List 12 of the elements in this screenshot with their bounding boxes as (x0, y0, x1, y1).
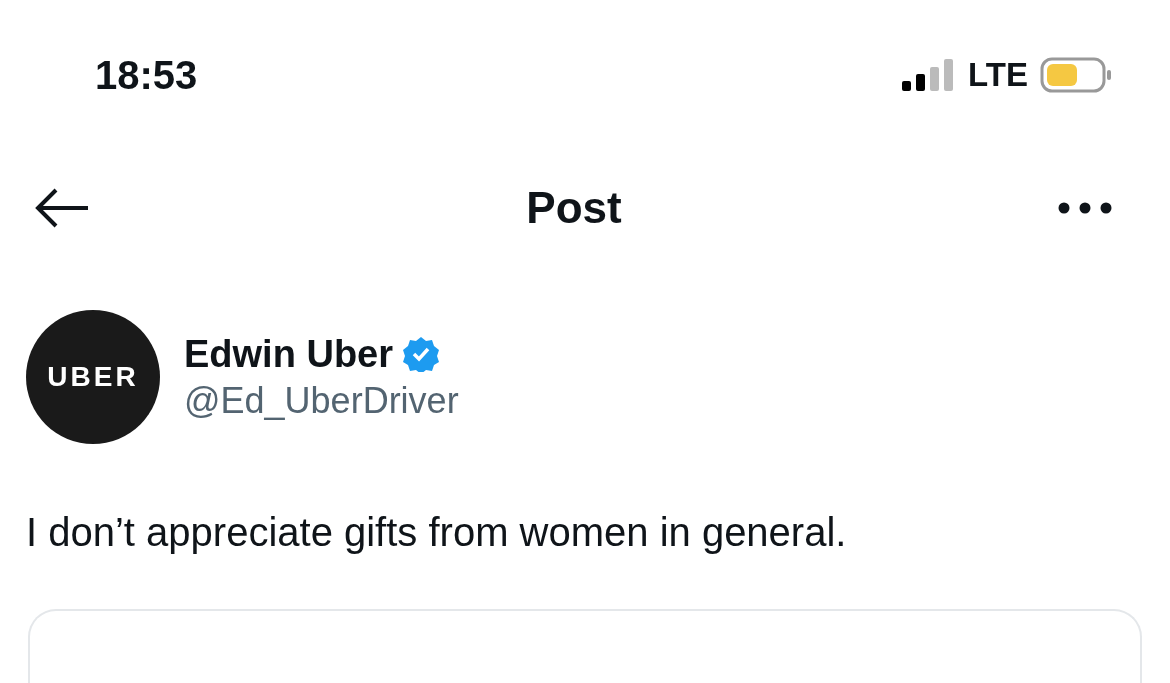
post-text: I don’t appreciate gifts from women in general. (26, 510, 848, 555)
back-button[interactable] (34, 187, 90, 228)
more-button[interactable] (1058, 201, 1112, 214)
more-icon (1058, 201, 1112, 214)
back-arrow-icon (34, 187, 90, 228)
network-label: LTE (968, 56, 1028, 94)
clock-time: 18:53 (95, 52, 199, 98)
author-handle[interactable]: @Ed_UberDriver (184, 379, 459, 422)
avatar[interactable]: UBER (26, 310, 160, 444)
battery-icon (1040, 57, 1112, 93)
author-name[interactable]: Edwin Uber (184, 332, 394, 376)
page-title: Post (525, 182, 623, 233)
